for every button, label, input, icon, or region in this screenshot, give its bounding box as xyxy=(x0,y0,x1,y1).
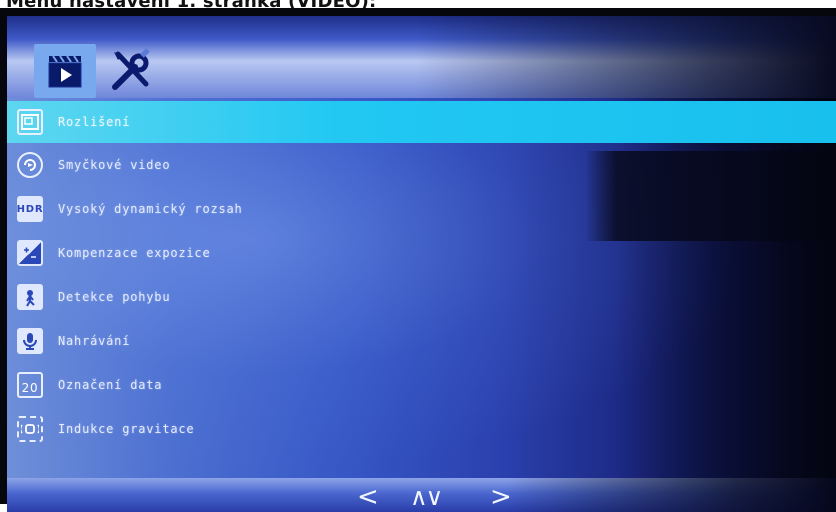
menu-item-exposure[interactable]: Kompenzace expozice xyxy=(7,231,836,275)
tab-video[interactable] xyxy=(34,44,96,98)
menu-item-label: Indukce gravitace xyxy=(58,422,195,436)
exposure-icon xyxy=(17,240,43,266)
tab-tools[interactable] xyxy=(100,44,162,98)
menu-item-label: Kompenzace expozice xyxy=(58,246,211,260)
resolution-icon xyxy=(17,109,43,135)
gravity-sensor-icon xyxy=(17,416,43,442)
menu-item-label: Vysoký dynamický rozsah xyxy=(58,202,243,216)
nav-right-button[interactable]: > xyxy=(490,482,512,512)
menu-item-label: Označení data xyxy=(58,378,163,392)
microphone-icon xyxy=(17,328,43,354)
menu-item-label: Smyčkové video xyxy=(58,158,171,172)
settings-menu: Rozlišení Smyčkové video HDR Vysoký dyna… xyxy=(7,101,836,451)
menu-item-hdr[interactable]: HDR Vysoký dynamický rozsah xyxy=(7,187,836,231)
video-clapper-icon xyxy=(48,55,82,88)
monitor-bezel: Rozlišení Smyčkové video HDR Vysoký dyna… xyxy=(0,8,836,512)
menu-item-resolution[interactable]: Rozlišení xyxy=(7,101,836,143)
motion-detection-icon xyxy=(17,284,43,310)
menu-item-label: Nahrávání xyxy=(58,334,131,348)
menu-item-label: Rozlišení xyxy=(58,115,131,129)
menu-item-loop-video[interactable]: Smyčkové video xyxy=(7,143,836,187)
calendar-icon: 20 xyxy=(17,372,43,398)
tools-icon xyxy=(112,48,150,90)
loop-video-icon xyxy=(17,152,43,178)
camera-screen: Rozlišení Smyčkové video HDR Vysoký dyna… xyxy=(7,16,836,512)
menu-item-date-stamp[interactable]: 20 Označení data xyxy=(7,363,836,407)
menu-item-motion-detection[interactable]: Detekce pohybu xyxy=(7,275,836,319)
menu-item-label: Detekce pohybu xyxy=(58,290,171,304)
menu-item-gravity-sensor[interactable]: Indukce gravitace xyxy=(7,407,836,451)
tab-bar xyxy=(7,16,836,98)
bottom-nav-bar: < ∧∨ > xyxy=(7,478,836,512)
menu-item-recording[interactable]: Nahrávání xyxy=(7,319,836,363)
nav-left-button[interactable]: < xyxy=(357,482,379,512)
hdr-icon: HDR xyxy=(17,196,43,222)
nav-up-down-button[interactable]: ∧∨ xyxy=(410,482,443,512)
